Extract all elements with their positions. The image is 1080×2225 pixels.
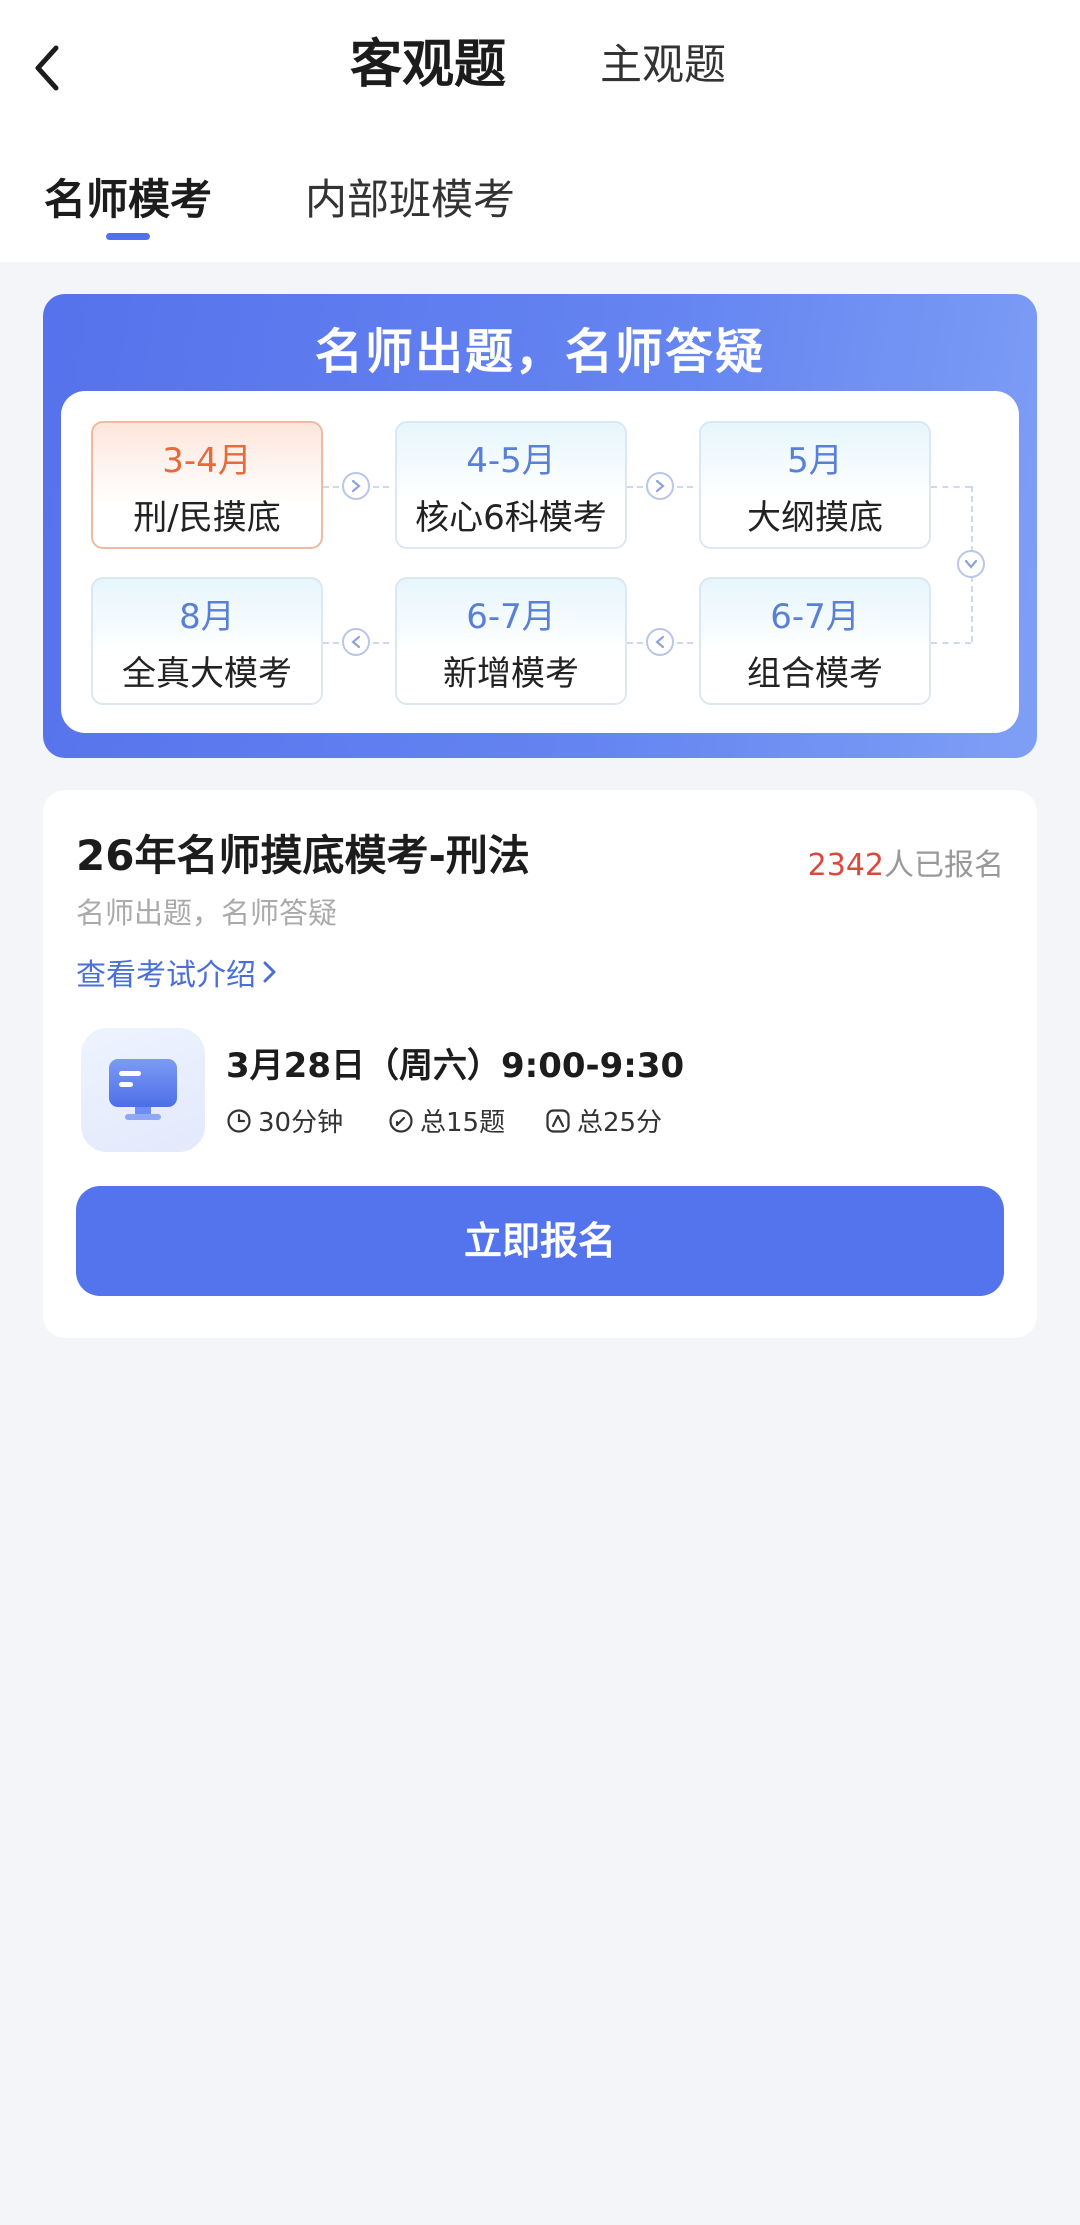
signup-count-number: 2342 (807, 848, 884, 883)
score-icon (546, 1108, 570, 1133)
step-name: 组合模考 (747, 654, 883, 694)
exam-title: 26年名师摸底模考-刑法 (76, 831, 530, 880)
exam-intro-link[interactable]: 查看考试介绍 (76, 950, 280, 994)
step-month: 8月 (179, 597, 235, 637)
exam-duration-text: 30分钟 (258, 1108, 344, 1138)
exam-duration: 30分钟 (226, 1102, 343, 1139)
tab-objective[interactable]: 客观题 (350, 30, 506, 100)
step-name: 全真大模考 (122, 654, 292, 694)
tab-internal-mock[interactable]: 内部班模考 (305, 165, 515, 235)
signup-count: 2342人已报名 (808, 840, 1004, 884)
schedule-step: 6-7月 组合模考 (699, 577, 931, 705)
schedule-banner: 名师出题，名师答疑 3-4月 刑/民摸底 4-5月 核心6科模考 5月 大纲摸底… (43, 294, 1037, 758)
top-bar: 客观题 主观题 名师模考 内部班模考 (0, 0, 1080, 262)
arrow-down-icon (957, 550, 985, 578)
monitor-icon (109, 1059, 177, 1120)
schedule-step: 6-7月 新增模考 (395, 577, 627, 705)
tab-teacher-mock[interactable]: 名师模考 (44, 165, 212, 235)
step-month: 3-4月 (162, 441, 252, 481)
exam-question-count: 总15题 (388, 1102, 505, 1139)
edit-icon (389, 1108, 413, 1133)
exam-subtitle: 名师出题，名师答疑 (76, 896, 338, 930)
signup-count-label: 人已报名 (884, 848, 1004, 883)
exam-total-score-text: 总25分 (577, 1108, 663, 1138)
schedule-panel: 3-4月 刑/民摸底 4-5月 核心6科模考 5月 大纲摸底 8月 全真大模考 … (61, 391, 1019, 733)
step-month: 6-7月 (466, 597, 556, 637)
arrow-left-icon (646, 628, 674, 656)
step-name: 新增模考 (443, 654, 579, 694)
back-button[interactable] (22, 38, 72, 98)
schedule-step: 8月 全真大模考 (91, 577, 323, 705)
chevron-left-icon (35, 45, 59, 91)
step-name: 刑/民摸底 (133, 498, 281, 538)
schedule-step: 4-5月 核心6科模考 (395, 421, 627, 549)
arrow-left-icon (342, 628, 370, 656)
connector-line (931, 642, 971, 644)
tab-subjective[interactable]: 主观题 (600, 30, 726, 100)
exam-time: 3月28日（周六）9:00-9:30 (226, 1046, 685, 1086)
step-name: 大纲摸底 (747, 498, 883, 538)
exam-icon (81, 1028, 205, 1152)
connector-line (931, 486, 971, 488)
active-tab-indicator (106, 233, 150, 240)
step-name: 核心6科模考 (415, 498, 607, 538)
exam-question-count-text: 总15题 (420, 1108, 506, 1138)
step-month: 4-5月 (466, 441, 556, 481)
exam-total-score: 总25分 (545, 1102, 662, 1139)
chevron-right-icon (263, 961, 276, 983)
banner-title: 名师出题，名师答疑 (314, 324, 765, 380)
clock-icon (227, 1108, 251, 1133)
exam-intro-label: 查看考试介绍 (76, 958, 256, 993)
step-month: 6-7月 (770, 597, 860, 637)
arrow-right-icon (342, 472, 370, 500)
schedule-step: 3-4月 刑/民摸底 (91, 421, 323, 549)
schedule-step: 5月 大纲摸底 (699, 421, 931, 549)
arrow-right-icon (646, 472, 674, 500)
exam-card: 26年名师摸底模考-刑法 2342人已报名 名师出题，名师答疑 查看考试介绍 3… (43, 790, 1037, 1338)
signup-button[interactable]: 立即报名 (76, 1186, 1004, 1296)
step-month: 5月 (787, 441, 843, 481)
